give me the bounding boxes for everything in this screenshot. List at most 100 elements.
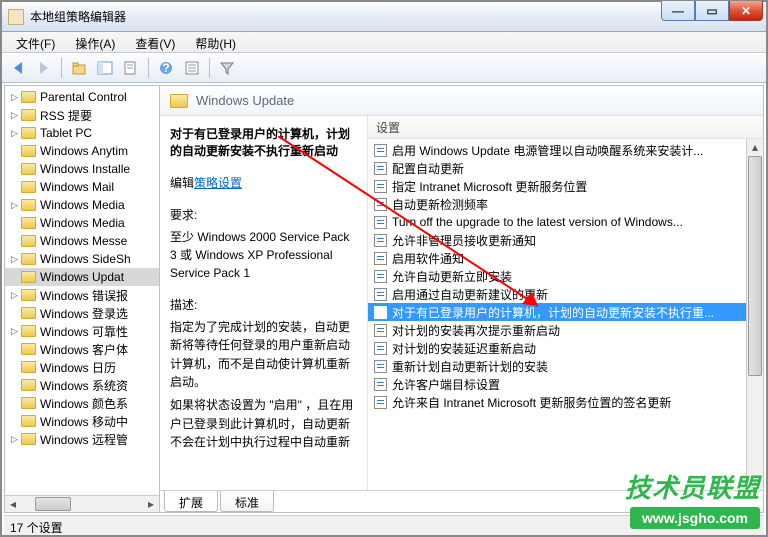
tree-item[interactable]: ▷Tablet PC xyxy=(5,124,159,142)
settings-item-label: 允许自动更新立即安装 xyxy=(392,268,512,285)
folder-icon xyxy=(21,415,36,427)
settings-item-label: Turn off the upgrade to the latest versi… xyxy=(392,215,683,229)
back-button[interactable] xyxy=(6,56,30,80)
requirements-label: 要求: xyxy=(170,206,357,224)
policy-description-pane: 对于有已登录用户的计算机，计划的自动更新安装不执行重新启动 编辑策略设置 要求:… xyxy=(160,116,368,490)
settings-list-item[interactable]: 允许非管理员接收更新通知 xyxy=(368,231,763,249)
minimize-button[interactable]: — xyxy=(661,1,695,21)
settings-item-label: 对计划的安装再次提示重新启动 xyxy=(392,322,560,339)
tree-item[interactable]: ▷Parental Control xyxy=(5,88,159,106)
details-header-text: Windows Update xyxy=(196,93,294,108)
menu-action[interactable]: 操作(A) xyxy=(65,32,125,52)
settings-list-item[interactable]: 允许来自 Intranet Microsoft 更新服务位置的签名更新 xyxy=(368,393,763,411)
tree-item-label: Windows 错误报 xyxy=(40,287,128,304)
tree-hscrollbar[interactable]: ◂▸ xyxy=(5,495,159,512)
settings-item-label: 对于有已登录用户的计算机，计划的自动更新安装不执行重... xyxy=(392,304,714,321)
tree-item-label: Windows Updat xyxy=(40,270,124,284)
policy-icon xyxy=(374,396,387,409)
help-button[interactable]: ? xyxy=(154,56,178,80)
expand-icon[interactable]: ▷ xyxy=(11,326,21,337)
properties-button[interactable] xyxy=(180,56,204,80)
folder-icon xyxy=(21,289,36,301)
tree-item[interactable]: Windows Installe xyxy=(5,160,159,178)
tree-item[interactable]: Windows 颜色系 xyxy=(5,394,159,412)
settings-list-item[interactable]: 启用通过自动更新建议的更新 xyxy=(368,285,763,303)
menu-help[interactable]: 帮助(H) xyxy=(185,32,246,52)
expand-icon[interactable]: ▷ xyxy=(11,434,21,445)
settings-list-item[interactable]: 允许客户端目标设置 xyxy=(368,375,763,393)
policy-icon xyxy=(374,360,387,373)
tab-extended[interactable]: 扩展 xyxy=(164,491,218,512)
expand-icon[interactable]: ▷ xyxy=(11,200,21,211)
filter-button[interactable] xyxy=(215,56,239,80)
titlebar: 本地组策略编辑器 — ▭ ✕ xyxy=(2,2,766,32)
tree-item[interactable]: ▷Windows SideSh xyxy=(5,250,159,268)
tree-item[interactable]: ▷ Windows 可靠性 xyxy=(5,322,159,340)
settings-list-item[interactable]: 配置自动更新 xyxy=(368,159,763,177)
details-panel: Windows Update 对于有已登录用户的计算机，计划的自动更新安装不执行… xyxy=(160,85,764,513)
settings-column-header[interactable]: 设置 xyxy=(368,116,763,139)
settings-list-item[interactable]: 对于有已登录用户的计算机，计划的自动更新安装不执行重... xyxy=(368,303,763,321)
expand-icon[interactable]: ▷ xyxy=(11,128,21,139)
settings-list-item[interactable]: 自动更新检测频率 xyxy=(368,195,763,213)
settings-list-item[interactable]: 对计划的安装再次提示重新启动 xyxy=(368,321,763,339)
folder-icon xyxy=(170,94,188,108)
forward-button[interactable] xyxy=(32,56,56,80)
tree-item[interactable]: Windows Messe xyxy=(5,232,159,250)
tree-item[interactable]: Windows 日历 xyxy=(5,358,159,376)
tree-item[interactable]: Windows Updat xyxy=(5,268,159,286)
tree-item-label: Windows Media xyxy=(40,198,125,212)
tab-standard[interactable]: 标准 xyxy=(220,491,274,512)
show-hide-tree-button[interactable] xyxy=(93,56,117,80)
expand-icon[interactable]: ▷ xyxy=(11,254,21,265)
tree-item-label: Windows 远程管 xyxy=(40,431,128,448)
tree-item-label: Windows 颜色系 xyxy=(40,395,128,412)
tree-item[interactable]: Windows 移动中 xyxy=(5,412,159,430)
settings-list-item[interactable]: 对计划的安装延迟重新启动 xyxy=(368,339,763,357)
settings-list-item[interactable]: 启用 Windows Update 电源管理以自动唤醒系统来安装计... xyxy=(368,141,763,159)
settings-item-label: 启用通过自动更新建议的更新 xyxy=(392,286,548,303)
expand-icon[interactable]: ▷ xyxy=(11,92,21,103)
tree-item-label: Windows 日历 xyxy=(40,359,116,376)
tree-item[interactable]: Windows Anytim xyxy=(5,142,159,160)
tree-item-label: Windows Messe xyxy=(40,234,127,248)
policy-icon xyxy=(374,306,387,319)
settings-list-item[interactable]: 指定 Intranet Microsoft 更新服务位置 xyxy=(368,177,763,195)
tree-item[interactable]: Windows 系统资 xyxy=(5,376,159,394)
settings-item-label: 允许客户端目标设置 xyxy=(392,376,500,393)
tree-panel: ▷Parental Control▷RSS 提要▷Tablet PCWindow… xyxy=(4,85,160,513)
settings-list-item[interactable]: 重新计划自动更新计划的安装 xyxy=(368,357,763,375)
folder-icon xyxy=(21,361,36,373)
svg-text:?: ? xyxy=(162,61,169,75)
maximize-button[interactable]: ▭ xyxy=(695,1,729,21)
tree-item[interactable]: ▷ Windows Media xyxy=(5,196,159,214)
edit-policy-link[interactable]: 策略设置 xyxy=(194,176,242,190)
policy-icon xyxy=(374,270,387,283)
settings-list-item[interactable]: Turn off the upgrade to the latest versi… xyxy=(368,213,763,231)
expand-icon[interactable]: ▷ xyxy=(11,110,21,121)
tree-item[interactable]: Windows Mail xyxy=(5,178,159,196)
export-button[interactable] xyxy=(119,56,143,80)
tree-item[interactable]: ▷ Windows 错误报 xyxy=(5,286,159,304)
folder-icon xyxy=(21,397,36,409)
policy-icon xyxy=(374,162,387,175)
menu-file[interactable]: 文件(F) xyxy=(6,32,65,52)
policy-icon xyxy=(374,324,387,337)
tree-item[interactable]: ▷ RSS 提要 xyxy=(5,106,159,124)
up-button[interactable] xyxy=(67,56,91,80)
expand-icon[interactable]: ▷ xyxy=(11,290,21,301)
tree-item[interactable]: Windows 客户体 xyxy=(5,340,159,358)
settings-list-item[interactable]: 允许自动更新立即安装 xyxy=(368,267,763,285)
menu-view[interactable]: 查看(V) xyxy=(125,32,185,52)
settings-vscrollbar[interactable]: ▴▾ xyxy=(746,139,763,490)
policy-icon xyxy=(374,216,387,229)
tree-item[interactable]: Windows Media xyxy=(5,214,159,232)
policy-icon xyxy=(374,252,387,265)
close-button[interactable]: ✕ xyxy=(729,1,763,21)
tree-item-label: RSS 提要 xyxy=(40,107,92,124)
tree-item[interactable]: Windows 登录选 xyxy=(5,304,159,322)
tree-item-label: Windows 可靠性 xyxy=(40,323,128,340)
tree-item[interactable]: ▷ Windows 远程管 xyxy=(5,430,159,448)
settings-list-item[interactable]: 启用软件通知 xyxy=(368,249,763,267)
requirements-body: 至少 Windows 2000 Service Pack 3 或 Windows… xyxy=(170,228,357,282)
